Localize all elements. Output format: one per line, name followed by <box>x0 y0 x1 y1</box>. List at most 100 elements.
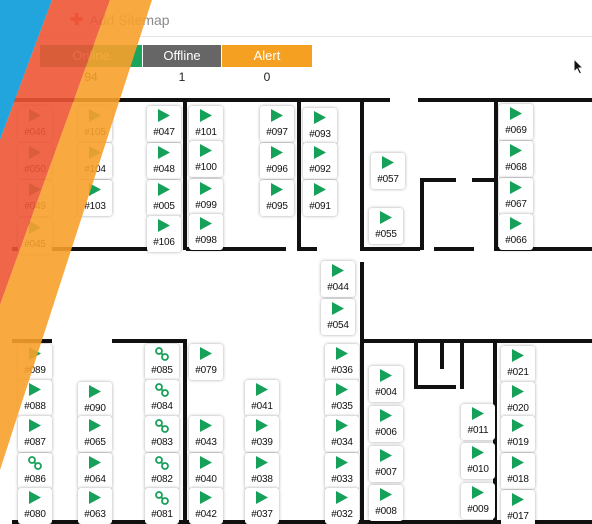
wall <box>418 98 592 102</box>
camera-marker[interactable]: #096 <box>260 143 294 179</box>
camera-marker[interactable]: #005 <box>147 180 181 216</box>
camera-label: #048 <box>153 164 175 175</box>
camera-marker[interactable]: #055 <box>369 208 403 244</box>
camera-marker[interactable]: #006 <box>369 406 403 442</box>
camera-marker[interactable]: #104 <box>78 143 112 179</box>
camera-marker[interactable]: #036 <box>325 344 359 380</box>
camera-marker[interactable]: #103 <box>78 180 112 216</box>
play-icon <box>18 109 52 123</box>
camera-marker[interactable]: #039 <box>245 416 279 452</box>
camera-marker[interactable]: #044 <box>321 261 355 297</box>
play-icon <box>78 491 112 505</box>
camera-label: #049 <box>24 201 46 212</box>
camera-label: #085 <box>151 365 173 376</box>
camera-label: #063 <box>84 509 106 520</box>
camera-marker[interactable]: #018 <box>501 453 535 489</box>
camera-marker[interactable]: #047 <box>147 106 181 142</box>
camera-marker[interactable]: #017 <box>501 490 535 524</box>
camera-marker[interactable]: #093 <box>303 108 337 144</box>
camera-marker[interactable]: #068 <box>499 141 533 177</box>
play-icon <box>461 486 495 500</box>
camera-marker[interactable]: #097 <box>260 106 294 142</box>
camera-marker[interactable]: #019 <box>501 416 535 452</box>
wall <box>360 339 592 343</box>
camera-marker[interactable]: #057 <box>371 153 405 189</box>
add-sitemap-button[interactable]: ✚ Add Sitemap <box>70 10 170 30</box>
camera-marker[interactable]: #045 <box>18 218 52 254</box>
camera-marker[interactable]: #054 <box>321 299 355 335</box>
camera-marker[interactable]: #098 <box>189 214 223 250</box>
camera-marker[interactable]: #106 <box>147 216 181 252</box>
camera-marker[interactable]: #081 <box>145 488 179 524</box>
plus-icon: ✚ <box>70 12 84 29</box>
camera-marker[interactable]: #032 <box>325 488 359 524</box>
camera-label: #095 <box>266 201 288 212</box>
camera-marker[interactable]: #087 <box>18 416 52 452</box>
camera-marker[interactable]: #004 <box>369 366 403 402</box>
camera-marker[interactable]: #101 <box>189 106 223 142</box>
camera-marker[interactable]: #099 <box>189 179 223 215</box>
camera-marker[interactable]: #067 <box>499 178 533 214</box>
camera-marker[interactable]: #050 <box>18 143 52 179</box>
camera-marker[interactable]: #063 <box>78 488 112 524</box>
camera-marker[interactable]: #082 <box>145 453 179 489</box>
camera-marker[interactable]: #021 <box>501 346 535 382</box>
camera-marker[interactable]: #049 <box>18 180 52 216</box>
camera-marker[interactable]: #084 <box>145 380 179 416</box>
camera-marker[interactable]: #090 <box>78 382 112 418</box>
camera-marker[interactable]: #069 <box>499 104 533 140</box>
camera-marker[interactable]: #037 <box>245 488 279 524</box>
camera-label: #004 <box>375 387 397 398</box>
camera-marker[interactable]: #046 <box>18 106 52 142</box>
camera-marker[interactable]: #089 <box>18 344 52 380</box>
camera-marker[interactable]: #048 <box>147 143 181 179</box>
camera-label: #042 <box>195 509 217 520</box>
play-icon <box>147 146 181 160</box>
camera-marker[interactable]: #086 <box>18 453 52 489</box>
camera-marker[interactable]: #092 <box>303 143 337 179</box>
camera-marker[interactable]: #035 <box>325 380 359 416</box>
play-icon <box>189 182 223 196</box>
camera-label: #084 <box>151 401 173 412</box>
camera-marker[interactable]: #007 <box>369 446 403 482</box>
camera-marker[interactable]: #105 <box>78 106 112 142</box>
camera-marker[interactable]: #010 <box>461 443 495 479</box>
play-icon <box>371 156 405 170</box>
camera-marker[interactable]: #091 <box>303 180 337 216</box>
status-offline-count: 1 <box>178 70 186 84</box>
camera-marker[interactable]: #034 <box>325 416 359 452</box>
camera-marker[interactable]: #038 <box>245 453 279 489</box>
sitemap-view: ✚ Add Sitemap Online Offline Alert 94 1 … <box>0 0 592 524</box>
camera-label: #036 <box>331 365 353 376</box>
play-icon <box>303 146 337 160</box>
camera-marker[interactable]: #064 <box>78 453 112 489</box>
play-icon <box>245 419 279 433</box>
camera-marker[interactable]: #041 <box>245 380 279 416</box>
camera-marker[interactable]: #033 <box>325 453 359 489</box>
camera-marker[interactable]: #040 <box>189 453 223 489</box>
camera-label: #079 <box>195 365 217 376</box>
camera-marker[interactable]: #066 <box>499 214 533 250</box>
camera-label: #050 <box>24 164 46 175</box>
camera-marker[interactable]: #008 <box>369 485 403 521</box>
camera-marker[interactable]: #009 <box>461 483 495 519</box>
camera-marker[interactable]: #011 <box>461 404 495 440</box>
play-icon <box>78 146 112 160</box>
camera-marker[interactable]: #100 <box>189 141 223 177</box>
camera-marker[interactable]: #065 <box>78 416 112 452</box>
camera-marker[interactable]: #042 <box>189 488 223 524</box>
camera-marker[interactable]: #020 <box>501 382 535 418</box>
camera-label: #019 <box>507 437 529 448</box>
camera-marker[interactable]: #083 <box>145 416 179 452</box>
camera-marker[interactable]: #085 <box>145 344 179 380</box>
camera-marker[interactable]: #095 <box>260 180 294 216</box>
camera-marker[interactable]: #043 <box>189 416 223 452</box>
link-icon <box>145 347 179 361</box>
play-icon <box>369 211 403 225</box>
camera-marker[interactable]: #088 <box>18 380 52 416</box>
play-icon <box>189 419 223 433</box>
play-icon <box>461 407 495 421</box>
wall <box>297 98 301 250</box>
camera-marker[interactable]: #080 <box>18 488 52 524</box>
camera-marker[interactable]: #079 <box>189 344 223 380</box>
